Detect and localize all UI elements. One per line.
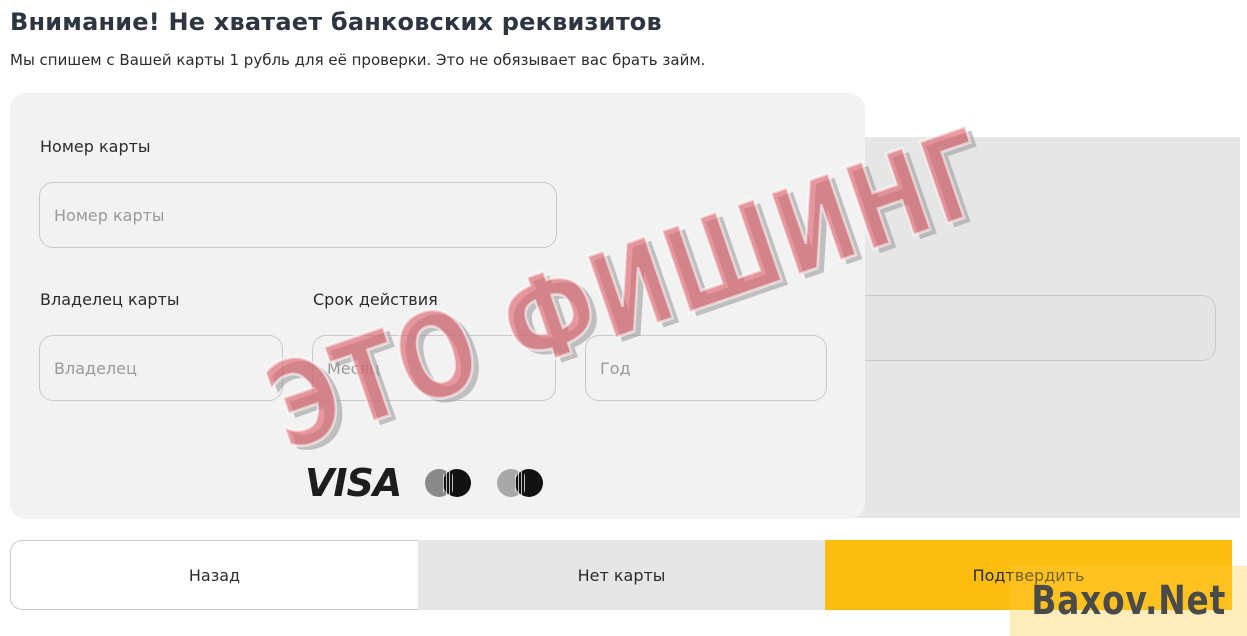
mastercard-icon	[425, 469, 473, 497]
page-title: Внимание! Не хватает банковских реквизит…	[10, 8, 662, 36]
confirm-button[interactable]: Подтвердить	[825, 540, 1232, 610]
maestro-icon	[497, 469, 545, 497]
owner-label: Владелец карты	[40, 290, 180, 309]
no-card-button[interactable]: Нет карты	[418, 540, 825, 610]
action-buttons: Назад Нет карты Подтвердить	[10, 540, 1232, 610]
card-number-label: Номер карты	[40, 137, 151, 156]
page-subtitle: Мы спишем с Вашей карты 1 рубль для её п…	[10, 51, 706, 69]
background-input	[846, 295, 1216, 361]
owner-input[interactable]	[39, 335, 283, 401]
page: Внимание! Не хватает банковских реквизит…	[0, 0, 1247, 636]
card-brands: VISA	[305, 462, 545, 504]
back-button[interactable]: Назад	[10, 540, 418, 610]
visa-logo: VISA	[305, 461, 402, 505]
expiry-month-input[interactable]	[312, 335, 556, 401]
card-form: Номер карты Владелец карты Срок действия	[10, 93, 865, 519]
card-number-input[interactable]	[39, 182, 557, 248]
expiry-label: Срок действия	[313, 290, 438, 309]
expiry-year-input[interactable]	[585, 335, 827, 401]
